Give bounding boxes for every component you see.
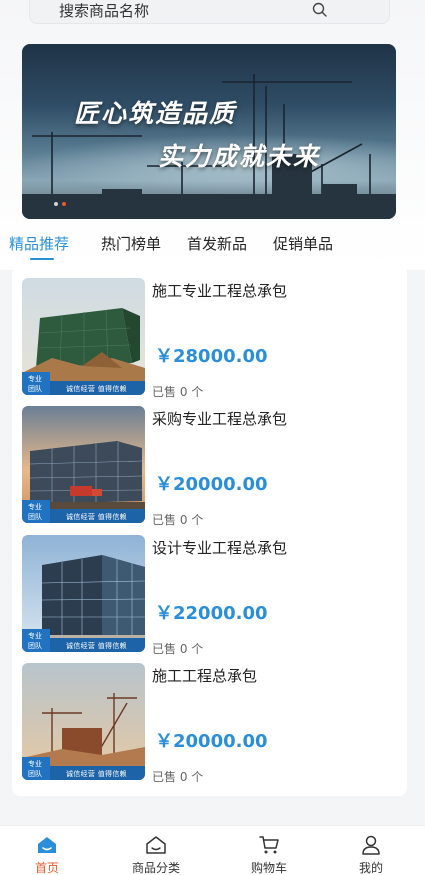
team-tag: 专业 团队 [22, 372, 50, 395]
nav-mine-label: 我的 [358, 861, 383, 875]
product-item[interactable]: 专业 团队 诚信经营 值得信赖 施工专业工程总承包 ￥28000.00 已售 0 … [22, 266, 402, 399]
user-icon [362, 835, 380, 855]
tab-featured[interactable]: 精品推荐 [9, 233, 69, 254]
product-image[interactable]: 专业 团队 诚信经营 值得信赖 [22, 535, 145, 652]
banner-dot-active[interactable] [62, 202, 66, 206]
product-item[interactable]: 专业 团队 诚信经营 值得信赖 施工工程总承包 ￥20000.00 已售 0 个 [22, 651, 402, 784]
tab-new-release[interactable]: 首发新品 [187, 233, 247, 254]
product-price: ￥28000.00 [155, 346, 268, 367]
product-title[interactable]: 施工工程总承包 [152, 665, 257, 686]
nav-category[interactable]: 商品分类 [121, 826, 191, 875]
product-price: ￥20000.00 [155, 474, 268, 495]
search-input[interactable] [59, 1, 289, 21]
product-image-banner: 专业 团队 诚信经营 值得信赖 [22, 372, 145, 395]
product-item[interactable]: 专业 团队 诚信经营 值得信赖 设计专业工程总承包 ￥22000.00 已售 0 … [22, 523, 402, 656]
home-icon [38, 837, 56, 853]
trust-tag: 诚信经营 值得信赖 [66, 770, 127, 778]
product-item[interactable]: 专业 团队 诚信经营 值得信赖 采购专业工程总承包 ￥20000.00 已售 0 … [22, 394, 402, 527]
active-tab-indicator [30, 258, 54, 260]
product-image-banner: 专业 团队 诚信经营 值得信赖 [22, 757, 145, 780]
search-icon[interactable] [312, 2, 328, 18]
banner-construction-scene [22, 74, 396, 219]
category-tabs: 精品推荐 热门榜单 首发新品 促销单品 [0, 228, 425, 262]
product-image-banner: 专业 团队 诚信经营 值得信赖 [22, 629, 145, 652]
cart-icon [259, 836, 279, 854]
product-list: 专业 团队 诚信经营 值得信赖 施工专业工程总承包 ￥28000.00 已售 0 … [12, 266, 407, 796]
search-bar[interactable] [29, 0, 390, 24]
nav-mine[interactable]: 我的 [336, 826, 406, 875]
product-title[interactable]: 设计专业工程总承包 [152, 537, 287, 558]
banner-pagination [54, 202, 66, 206]
product-image[interactable]: 专业 团队 诚信经营 值得信赖 [22, 663, 145, 780]
product-image-banner: 专业 团队 诚信经营 值得信赖 [22, 500, 145, 523]
tab-promotion[interactable]: 促销单品 [273, 233, 333, 254]
banner-headline-1: 匠心筑造品质 [74, 99, 237, 128]
banner-headline-2: 实力成就未来 [158, 142, 321, 171]
bottom-nav: 首页 商品分类 购物车 我的 [0, 825, 425, 875]
tab-hot-ranking[interactable]: 热门榜单 [101, 233, 161, 254]
nav-home[interactable]: 首页 [12, 826, 82, 875]
nav-category-label: 商品分类 [131, 861, 180, 875]
header-area: 匠心筑造品质 实力成就未来 精品推荐 热门榜单 首发新品 促销单品 [0, 0, 425, 270]
product-title[interactable]: 施工专业工程总承包 [152, 280, 287, 301]
promo-banner[interactable]: 匠心筑造品质 实力成就未来 [22, 44, 396, 219]
product-image[interactable]: 专业 团队 诚信经营 值得信赖 [22, 278, 145, 395]
nav-home-label: 首页 [34, 861, 59, 875]
trust-tag: 诚信经营 值得信赖 [66, 513, 127, 521]
banner-dot[interactable] [54, 202, 58, 206]
team-tag: 专业 团队 [22, 757, 50, 780]
product-price: ￥22000.00 [155, 603, 268, 624]
product-price: ￥20000.00 [155, 731, 268, 752]
category-icon [146, 836, 166, 854]
product-sold-count: 已售 0 个 [152, 770, 204, 784]
team-tag: 专业 团队 [22, 500, 50, 523]
product-title[interactable]: 采购专业工程总承包 [152, 408, 287, 429]
trust-tag: 诚信经营 值得信赖 [66, 642, 127, 650]
team-tag: 专业 团队 [22, 629, 50, 652]
trust-tag: 诚信经营 值得信赖 [66, 385, 127, 393]
nav-cart-label: 购物车 [250, 861, 287, 875]
nav-cart[interactable]: 购物车 [234, 826, 304, 875]
product-image[interactable]: 专业 团队 诚信经营 值得信赖 [22, 406, 145, 523]
